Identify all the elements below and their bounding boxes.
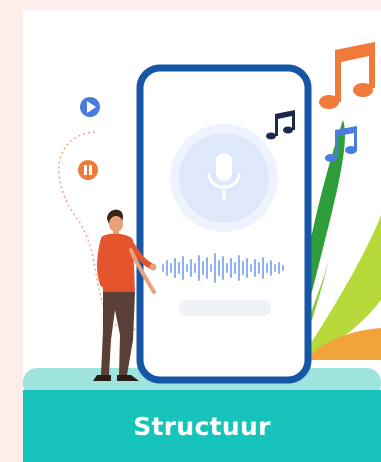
- topic-card[interactable]: Structuur: [23, 10, 381, 462]
- card-footer[interactable]: Structuur: [23, 390, 381, 462]
- pause-icon: [78, 160, 98, 180]
- play-icon: [80, 97, 100, 117]
- placeholder-bar: [179, 300, 271, 316]
- card-title: Structuur: [133, 411, 271, 441]
- music-note-icon: [319, 42, 375, 109]
